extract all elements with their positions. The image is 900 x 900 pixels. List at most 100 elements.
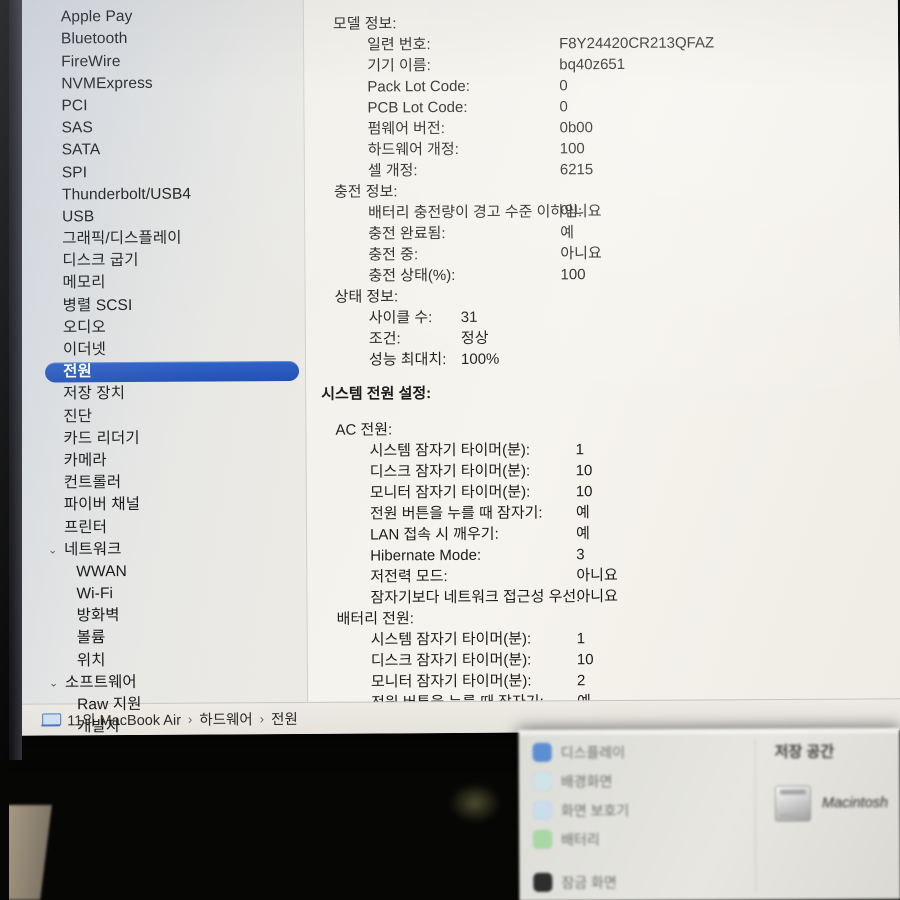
info-row-value: 정상: [460, 329, 489, 347]
sidebar-item-8[interactable]: SPI: [8, 160, 304, 184]
wallpaper-icon: [532, 771, 552, 791]
info-row-value: 1: [575, 441, 584, 459]
settings-item-label: 배경화면: [560, 773, 613, 790]
info-row-key: 시스템 잠자기 타이머(분):: [370, 630, 532, 649]
sidebar-item-label: SATA: [61, 141, 101, 159]
info-row-value: 예: [575, 504, 590, 522]
settings-item-label: 화면 보호기: [560, 801, 630, 819]
chevron-down-icon[interactable]: ⌄: [49, 672, 58, 694]
info-row-value: bq40z651: [559, 55, 626, 74]
info-row-key: 기기 이름:: [367, 57, 431, 75]
sidebar-list[interactable]: ATA Apple Pay Bluetooth FireWire NVMExpress P…: [7, 0, 308, 736]
sidebar-item-label: 위치: [76, 651, 106, 669]
sidebar-item-27[interactable]: Wi-Fi: [10, 582, 306, 606]
sidebar-item-3[interactable]: FireWire: [7, 49, 303, 73]
sidebar-item-6[interactable]: SAS: [8, 116, 304, 140]
sidebar-item-15[interactable]: 오디오: [9, 316, 305, 340]
info-row-value: 0b00: [559, 119, 594, 137]
system-settings-window[interactable]: 디스플레이배경화면화면 보호기배터리잠금 화면 Touch ID 및 암호 저장 …: [518, 728, 900, 900]
sidebar-item-18[interactable]: 저장 장치: [9, 382, 305, 406]
sidebar-item-13[interactable]: 메모리: [8, 271, 304, 295]
system-information-window: ATA Apple Pay Bluetooth FireWire NVMExpress P…: [6, 0, 900, 736]
sidebar-item-7[interactable]: SATA: [8, 138, 304, 162]
info-row-key: 하드웨어 개정:: [367, 140, 459, 159]
settings-item-3[interactable]: 배터리: [533, 824, 748, 854]
disk-row[interactable]: Macintosh: [774, 785, 900, 822]
sidebar-item-label: SPI: [61, 163, 88, 181]
breadcrumb-item-hardware[interactable]: 하드웨어: [199, 708, 253, 729]
settings-item-0[interactable]: 디스플레이: [532, 737, 748, 767]
settings-item-5[interactable]: Touch ID 및 암호: [533, 896, 748, 900]
sidebar-item-20[interactable]: 카드 리더기: [9, 427, 305, 451]
sidebar-item-2[interactable]: Bluetooth: [7, 27, 303, 51]
screen-bezel-outer: [0, 0, 9, 900]
sidebar[interactable]: ATA Apple Pay Bluetooth FireWire NVMExpress P…: [6, 0, 308, 735]
info-row-value: 예: [576, 525, 590, 543]
settings-detail-pane: 저장 공간 Macintosh: [775, 740, 900, 822]
sidebar-item-label: USB: [62, 208, 95, 226]
sidebar-item-22[interactable]: 컨트롤러: [10, 471, 306, 495]
settings-item-1[interactable]: 배경화면: [532, 766, 748, 796]
info-row-key: 시스템 잠자기 타이머(분):: [369, 441, 531, 460]
sidebar-item-9[interactable]: Thunderbolt/USB4: [8, 183, 304, 207]
sidebar-item-label: Wi-Fi: [76, 585, 114, 603]
settings-item-4[interactable]: 잠금 화면: [533, 867, 748, 897]
info-row-key: 조건:: [368, 330, 401, 348]
sidebar-item-28[interactable]: 방화벽: [10, 604, 306, 628]
battery-icon: [533, 829, 553, 849]
sidebar-item-30[interactable]: 위치: [11, 649, 307, 673]
sidebar-item-4[interactable]: NVMExpress: [7, 72, 303, 96]
info-row-key: LAN 접속 시 깨우기:: [370, 525, 499, 544]
sidebar-item-label: 그래픽/디스플레이: [62, 229, 182, 248]
info-row-value: 아니요: [560, 245, 602, 263]
settings-divider: [754, 738, 757, 891]
sidebar-item-1[interactable]: Apple Pay: [7, 5, 303, 29]
info-row-key: 일련 번호:: [367, 36, 431, 54]
lock-screen-icon: [533, 872, 553, 892]
info-row-key: 모니터 잠자기 타이머(분):: [370, 672, 532, 691]
sidebar-item-label: WWAN: [76, 562, 127, 581]
info-row-value: 100%: [460, 350, 500, 368]
screensaver-icon: [532, 800, 553, 820]
breadcrumb-separator: ›: [187, 711, 193, 727]
info-row-value: F8Y24420CR213QFAZ: [559, 34, 715, 53]
sidebar-item-11[interactable]: 그래픽/디스플레이: [8, 227, 304, 251]
sidebar-item-26[interactable]: WWAN: [10, 560, 306, 584]
sidebar-item-5[interactable]: PCI: [7, 94, 303, 118]
sidebar-item-21[interactable]: 카메라: [10, 449, 306, 473]
sidebar-item-label: 카드 리더기: [63, 429, 140, 448]
sidebar-item-24[interactable]: 프린터: [10, 515, 306, 539]
sidebar-item-12[interactable]: 디스크 굽기: [8, 249, 304, 273]
info-row-key: PCB Lot Code:: [367, 98, 468, 117]
settings-item-2[interactable]: 화면 보호기: [532, 795, 748, 825]
hard-disk-icon: [774, 785, 812, 822]
info-row-key: 충전 중:: [368, 246, 419, 264]
plant-foliage-highlight: [430, 775, 520, 845]
chevron-down-icon[interactable]: ⌄: [48, 539, 57, 561]
sidebar-item-label: 방화벽: [76, 607, 120, 625]
info-row-value: 아니요: [576, 588, 618, 606]
sidebar-item-29[interactable]: 볼륨: [11, 626, 307, 650]
sidebar-item-14[interactable]: 병렬 SCSI: [9, 294, 305, 318]
breadcrumb-item-power[interactable]: 전원: [271, 708, 298, 729]
sidebar-item-label: 개발자: [77, 718, 121, 736]
sidebar-item-label: 이더넷: [62, 341, 107, 359]
settings-item-label: 잠금 화면: [561, 873, 617, 891]
info-row-key: 펌웨어 버전:: [367, 120, 445, 138]
sidebar-item-16[interactable]: 이더넷: [9, 338, 305, 362]
content-inner: 배터리 정보:모델 정보:일련 번호:F8Y24420CR213QFAZ기기 이…: [319, 0, 899, 735]
sidebar-item-10[interactable]: USB: [8, 205, 304, 229]
sidebar-item-label: Bluetooth: [60, 30, 128, 48]
info-row: 충전 상태(%): 100: [320, 262, 895, 287]
sidebar-item-31[interactable]: ⌄ 소프트웨어: [11, 671, 307, 695]
sidebar-item-25[interactable]: ⌄ 네트워크: [10, 538, 306, 562]
sidebar-item-label: 진단: [63, 407, 93, 425]
info-row-value: 아니요: [576, 567, 618, 585]
sidebar-item-17[interactable]: 전원: [9, 360, 305, 384]
sidebar-item-label: Thunderbolt/USB4: [61, 185, 192, 204]
info-row-value: 10: [576, 651, 594, 669]
sidebar-item-23[interactable]: 파이버 채널: [10, 493, 306, 517]
sidebar-item-19[interactable]: 진단: [9, 404, 305, 428]
sidebar-item-label: 볼륨: [76, 629, 106, 647]
settings-sidebar-list[interactable]: 디스플레이배경화면화면 보호기배터리잠금 화면 Touch ID 및 암호: [532, 737, 749, 900]
